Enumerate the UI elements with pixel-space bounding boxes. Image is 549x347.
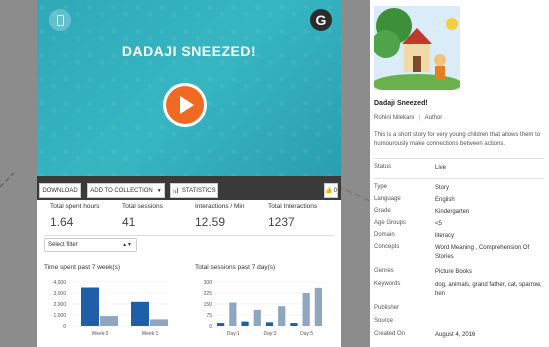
thumbs-up-icon: 👍 <box>325 188 333 194</box>
meta-value-type: Story <box>435 185 450 191</box>
meta-value-concepts: Word Meaning , Comprehension Of Stories <box>435 245 530 260</box>
bar <box>241 321 249 326</box>
add-to-collection-button[interactable]: ADD TO COLLECTION ▼ <box>87 183 165 198</box>
play-button[interactable] <box>163 83 207 127</box>
bar <box>265 322 274 326</box>
cover-illustration <box>374 6 460 90</box>
meta-label-genres: Genres <box>374 268 394 274</box>
x-tick-label: Day:1 <box>227 331 240 337</box>
y-tick-label: 300 <box>204 280 213 286</box>
x-tick-label: Week:0 <box>92 331 109 337</box>
y-tick-label: 150 <box>204 302 213 308</box>
y-tick-label: 225 <box>204 291 213 297</box>
statistics-button[interactable]: 📊 STATISTICS <box>170 183 218 198</box>
bar-chart-icon: 📊 <box>172 188 180 194</box>
bar <box>131 301 149 326</box>
y-tick-label: 0 <box>63 324 66 330</box>
meta-label-status: Status <box>374 164 392 170</box>
meta-value-domain: literacy <box>435 233 455 239</box>
meta-label-keywords: Keywords <box>374 281 401 287</box>
stat-total-interactions: Total Interactions 1237 <box>268 203 318 229</box>
author-line: Rohini Nilekani | Author <box>374 115 443 121</box>
bar <box>217 323 225 326</box>
download-button[interactable]: DOWNLOAD <box>39 183 81 198</box>
meta-label-type: Type <box>374 184 388 190</box>
y-tick-label: 1,000 <box>53 313 66 319</box>
meta-label-source: Source <box>374 318 394 324</box>
meta-value-language: English <box>435 197 455 203</box>
author-role: Author <box>424 115 443 121</box>
y-tick-label: 0 <box>209 324 212 330</box>
x-tick-label: Day:3 <box>263 331 276 337</box>
bar <box>253 309 261 326</box>
stat-interactions-per-min: Interactions / Min 12.59 <box>195 203 245 229</box>
bar <box>150 319 168 326</box>
y-tick-label: 75 <box>206 313 212 319</box>
bar <box>302 293 310 326</box>
player-title: DADAJI SNEEZED! <box>121 43 257 59</box>
divider <box>374 178 544 179</box>
like-button[interactable]: 👍 0 <box>324 183 338 198</box>
book-cover-image[interactable] <box>374 6 460 90</box>
y-tick-label: 4,000 <box>53 280 66 286</box>
meta-label-grade: Grade <box>374 208 391 214</box>
stat-total-hours: Total spent hours 1.64 <box>50 203 100 229</box>
play-icon <box>180 96 194 114</box>
book-description: This is a short story for very young chi… <box>374 132 541 148</box>
y-tick-label: 2,000 <box>53 302 66 308</box>
book-title: Dadaji Sneezed! <box>374 100 428 107</box>
meta-label-age-groups: Age Groups <box>374 220 407 226</box>
bar <box>100 316 118 326</box>
bar <box>314 287 322 326</box>
divider <box>44 235 334 236</box>
chart-title-sessions: Total sessions past 7 day(s) <box>195 264 276 271</box>
bar <box>278 306 286 326</box>
bar <box>290 323 298 326</box>
details-sidebar: Dadaji Sneezed! Rohini Nilekani | Author… <box>370 0 549 347</box>
meta-value-keywords: dog, animals, grand father, cat, sparrow… <box>435 282 542 297</box>
bar <box>229 302 237 326</box>
device-icon[interactable] <box>49 9 71 31</box>
brand-logo-icon[interactable]: G <box>310 9 332 31</box>
divider <box>374 158 544 159</box>
story-player[interactable]: G DADAJI SNEEZED! <box>37 0 341 176</box>
meta-label-language: Language <box>374 196 401 202</box>
meta-label-domain: Domain <box>374 232 395 238</box>
sessions-chart: 300 225 150 75 0 Day:1 Day:3 Day:5 <box>204 280 325 337</box>
meta-value-created-on: August 4, 2016 <box>435 332 476 338</box>
action-toolbar: DOWNLOAD ADD TO COLLECTION ▼ 📊 STATISTICS … <box>37 176 341 200</box>
x-tick-label: Week:1 <box>142 331 159 337</box>
x-tick-label: Day:5 <box>300 331 313 337</box>
chart-title-time-spent: Time spent past 7 week(s) <box>44 264 120 271</box>
meta-label-concepts: Concepts <box>374 244 400 250</box>
meta-label-publisher: Publisher <box>374 305 400 311</box>
filter-select[interactable]: Select filter ▲▼ <box>44 238 137 252</box>
meta-value-grade: Kindergarten <box>435 209 470 215</box>
author-name[interactable]: Rohini Nilekani <box>374 115 414 121</box>
chevron-down-icon: ▼ <box>156 187 162 194</box>
y-tick-label: 3,000 <box>53 291 66 297</box>
stat-total-sessions: Total sessions 41 <box>122 203 163 229</box>
content-panel: G DADAJI SNEEZED! DOWNLOAD ADD TO COLLEC… <box>37 0 341 347</box>
meta-value-status: Live <box>435 165 447 171</box>
bar <box>81 287 99 326</box>
statistics-panel: Total spent hours 1.64 Total sessions 41… <box>37 200 341 347</box>
meta-label-created-on: Created On <box>374 331 406 337</box>
meta-value-age-groups: <5 <box>435 221 442 227</box>
meta-value-genres: Picture Books <box>435 269 473 275</box>
time-spent-chart: 4,000 3,000 2,000 1,000 0 Week:0 Week:1 <box>53 280 169 337</box>
chevron-down-icon: ▲▼ <box>122 242 132 248</box>
